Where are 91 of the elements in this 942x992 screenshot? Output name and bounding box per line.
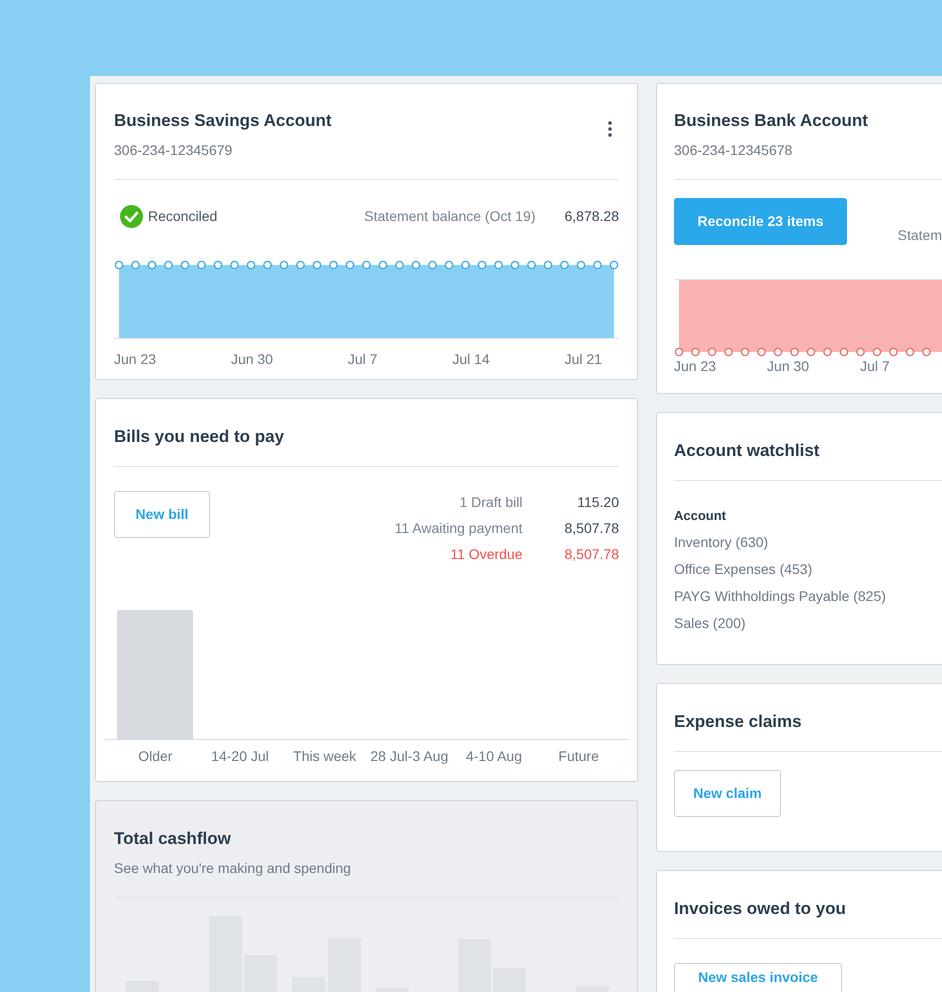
data-point bbox=[593, 260, 602, 270]
data-point bbox=[544, 260, 552, 270]
data-point bbox=[478, 260, 486, 270]
account-item[interactable]: Inventory (630) bbox=[674, 529, 942, 556]
data-point bbox=[527, 260, 536, 270]
summary-amount: 115.20 bbox=[576, 493, 619, 512]
data-point bbox=[494, 260, 503, 270]
data-point bbox=[346, 260, 354, 270]
summary-amount: 8,507.78 bbox=[564, 519, 619, 538]
data-point bbox=[610, 260, 618, 270]
card-title: Account watchlist bbox=[674, 441, 820, 461]
balance-label: Statem bbox=[898, 226, 942, 244]
data-point bbox=[889, 348, 898, 356]
data-point bbox=[180, 260, 190, 270]
data-point bbox=[114, 260, 124, 270]
status-label: Reconciled bbox=[148, 206, 218, 226]
summary-amount: 8,507.78 bbox=[564, 545, 619, 564]
data-point bbox=[774, 348, 782, 356]
data-point bbox=[444, 260, 454, 270]
data-point bbox=[872, 348, 882, 356]
account-item[interactable]: Sales (200) bbox=[674, 610, 942, 637]
axis-label: Jun 23 bbox=[114, 350, 156, 369]
axis-label: Jun 23 bbox=[674, 357, 716, 376]
account-item[interactable]: Office Expenses (453) bbox=[674, 556, 942, 583]
data-point bbox=[922, 348, 931, 356]
data-point bbox=[576, 260, 586, 270]
axis-label: Jun 30 bbox=[230, 350, 273, 369]
data-point bbox=[674, 348, 684, 356]
data-point bbox=[148, 260, 156, 270]
data-point bbox=[395, 260, 404, 270]
summary-label: 11 Overdue bbox=[449, 545, 522, 564]
data-point bbox=[312, 260, 322, 270]
axis-label: Jul 21 bbox=[564, 350, 602, 369]
data-point bbox=[246, 260, 256, 270]
data-point bbox=[164, 260, 173, 270]
data-point bbox=[412, 260, 420, 270]
reconcile-button[interactable]: Reconcile 23 items bbox=[674, 198, 847, 245]
axis-label: 14-20 Jul bbox=[210, 747, 270, 766]
data-point bbox=[740, 348, 750, 356]
data-point bbox=[906, 348, 914, 356]
data-point bbox=[708, 348, 716, 356]
data-point bbox=[131, 260, 140, 270]
data-point bbox=[806, 348, 816, 356]
data-point bbox=[362, 260, 371, 270]
account-number: 306-234-12345678 bbox=[674, 141, 794, 160]
card-title: Expense claims bbox=[674, 712, 802, 732]
axis-label: Future bbox=[557, 747, 600, 766]
axis-label: Older bbox=[137, 747, 174, 766]
card-title: Invoices owed to you bbox=[674, 899, 846, 919]
data-point bbox=[724, 348, 733, 356]
data-point bbox=[840, 348, 848, 356]
summary-label: 11 Awaiting payment bbox=[394, 519, 522, 538]
card-title: Bills you need to pay bbox=[114, 427, 284, 447]
balance-label: Statement balance (Oct 19) bbox=[364, 206, 536, 226]
axis-label: Jul 7 bbox=[860, 357, 890, 376]
new-button[interactable]: New bill bbox=[114, 491, 210, 538]
data-point bbox=[197, 260, 206, 270]
axis-label: Jun 30 bbox=[767, 357, 810, 376]
new-button[interactable]: New claim bbox=[674, 770, 781, 817]
data-point bbox=[856, 348, 865, 356]
data-point bbox=[428, 260, 437, 270]
data-point bbox=[560, 260, 569, 270]
new-button[interactable]: New sales invoice bbox=[674, 963, 842, 992]
account-number: 306-234-12345679 bbox=[114, 141, 234, 160]
data-point bbox=[329, 260, 338, 270]
data-point bbox=[790, 348, 799, 356]
axis-label: Jul 14 bbox=[452, 350, 490, 369]
data-point bbox=[280, 260, 288, 270]
data-point bbox=[296, 260, 305, 270]
card-title: Total cashflow bbox=[114, 829, 231, 849]
axis-label: 4-10 Aug bbox=[464, 747, 524, 766]
card-subtitle: See what you're making and spending bbox=[114, 859, 352, 878]
more-options-icon bbox=[608, 121, 612, 137]
data-point bbox=[378, 260, 388, 270]
data-point bbox=[823, 348, 832, 356]
account-item[interactable]: PAYG Withholdings Payable (825) bbox=[674, 583, 942, 610]
axis-label: This week bbox=[292, 747, 358, 766]
axis-label: Jul 7 bbox=[348, 350, 378, 369]
data-point bbox=[263, 260, 272, 270]
axis-label: 28 Jul-3 Aug bbox=[369, 747, 450, 766]
balance-amount: 6,878.28 bbox=[564, 206, 619, 226]
data-point bbox=[757, 348, 766, 356]
data-point bbox=[510, 260, 520, 270]
data-point bbox=[691, 348, 700, 356]
data-point bbox=[230, 260, 239, 270]
data-point bbox=[461, 260, 470, 270]
data-point bbox=[214, 260, 222, 270]
summary-label: 1 Draft bill bbox=[458, 493, 522, 512]
card-title: Business Savings Account bbox=[114, 111, 332, 131]
card-title: Business Bank Account bbox=[674, 111, 868, 131]
column-header: Account bbox=[674, 507, 727, 525]
